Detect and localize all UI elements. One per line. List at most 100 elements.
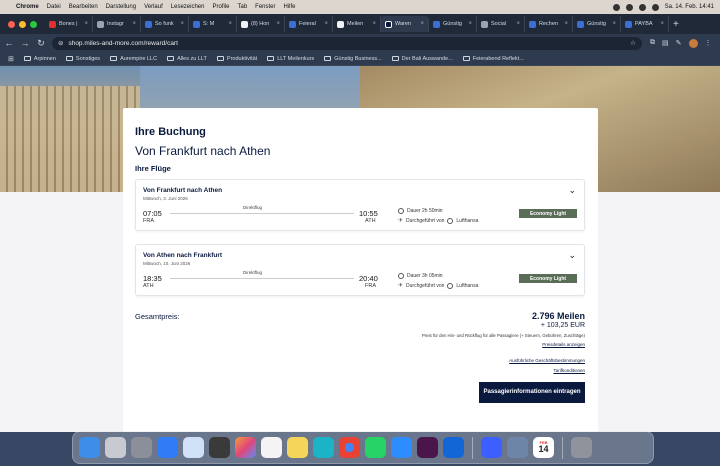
browser-tab[interactable]: Instagr × [93,16,141,32]
sidebar-icon[interactable]: ▤ [662,39,669,47]
forward-arrow-icon[interactable]: → [18,38,32,48]
tab-label: Social [491,21,506,27]
toolbar-extension-icon[interactable]: ✎ [676,39,682,47]
browser-tab-active[interactable]: Waren × [381,16,429,32]
control-center-icon[interactable] [651,3,659,11]
close-tab-icon[interactable]: × [372,21,376,27]
flight-duration: Dauer 3h 05min [398,273,443,279]
preview-icon[interactable] [183,437,204,458]
close-tab-icon[interactable]: × [180,21,184,27]
wifi-icon[interactable] [638,3,646,11]
apps-grid-icon[interactable]: ⊞ [8,55,14,63]
menu-app-name[interactable]: Chrome [16,4,39,10]
chevron-down-icon[interactable]: ⌄ [568,250,576,261]
whatsapp-icon[interactable] [365,437,386,458]
zoom-window-button[interactable] [30,20,37,28]
nordvpn-icon[interactable] [481,437,502,458]
bookmark-folder[interactable]: Produktivität [216,56,257,62]
close-tab-icon[interactable]: × [516,21,520,27]
plane-icon: ✈ [398,283,404,289]
preview-window-icon[interactable] [507,437,528,458]
back-arrow-icon[interactable]: ← [2,38,16,48]
terms-link[interactable]: Ausführliche Geschäftsbestimmungen [509,358,585,363]
flight-card-outbound[interactable]: Von Frankfurt nach Athen Mittwoch, 3. Ju… [135,179,585,231]
browser-tab[interactable]: Social × [477,16,525,32]
chrome-menu-icon[interactable]: ⋮ [705,39,712,47]
bookmark-folder[interactable]: Sonstiges [65,56,100,62]
minimize-window-button[interactable] [19,20,26,28]
bookmark-folder[interactable]: Aurempire LLC [110,56,157,62]
bookmark-star-icon[interactable]: ☆ [630,39,636,47]
browser-tab[interactable]: Günstig × [573,16,621,32]
menu-item-lesezeichen[interactable]: Lesezeichen [171,4,205,10]
browser-tab[interactable]: Rechen × [525,16,573,32]
browser-tab[interactable]: Günstig × [429,16,477,32]
calculator-icon[interactable] [209,437,230,458]
browser-tab[interactable]: So funk × [141,16,189,32]
url-text[interactable]: shop.miles-and-more.com/reward/cart [68,40,177,47]
menu-item-fenster[interactable]: Fenster [255,4,275,10]
bookmark-folder[interactable]: Günstig Business... [324,56,382,62]
duration-text: Dauer 2h 50min [407,208,443,214]
browser-tab[interactable]: S: M × [189,16,237,32]
zoom-icon[interactable] [391,437,412,458]
close-tab-icon[interactable]: × [420,21,424,27]
bookmark-folder[interactable]: Feierabend Reflekt... [462,56,524,62]
menu-item-verlauf[interactable]: Verlauf [144,4,163,10]
close-tab-icon[interactable]: × [276,21,280,27]
booking-card: Ihre Buchung Von Frankfurt nach Athen Ih… [123,108,598,432]
launchpad-icon[interactable] [105,437,126,458]
chrome-icon[interactable] [339,437,360,458]
price-details-link[interactable]: Preisdetails anzeigen [542,342,585,347]
slack-icon[interactable] [417,437,438,458]
menu-item-hilfe[interactable]: Hilfe [284,4,296,10]
status-icon[interactable] [612,3,620,11]
menu-item-profile[interactable]: Profile [212,4,229,10]
tab-favicon-icon [433,20,440,28]
flight-card-return[interactable]: Von Athen nach Frankfurt Mittwoch, 10. J… [135,244,585,296]
close-tab-icon[interactable]: × [324,21,328,27]
trash-icon[interactable] [571,437,592,458]
canva-icon[interactable] [313,437,334,458]
browser-tab[interactable]: Meilen × [333,16,381,32]
new-tab-button[interactable]: + [673,19,679,30]
extensions-icon[interactable]: ⧉ [650,39,655,47]
finder-icon[interactable] [79,437,100,458]
close-window-button[interactable] [8,20,15,28]
bookmark-folder[interactable]: LLT Meilenkurs [267,56,314,62]
menu-item-darstellung[interactable]: Darstellung [106,4,136,10]
reload-icon[interactable]: ↻ [34,38,48,49]
close-tab-icon[interactable]: × [84,21,88,27]
browser-tab[interactable]: Feieral × [285,16,333,32]
notes-icon[interactable] [287,437,308,458]
reminders-icon[interactable] [261,437,282,458]
close-tab-icon[interactable]: × [564,21,568,27]
close-tab-icon[interactable]: × [468,21,472,27]
menu-item-datei[interactable]: Datei [47,4,61,10]
status-icon[interactable] [625,3,633,11]
browser-tab[interactable]: Bones | × [45,16,93,32]
site-info-icon[interactable]: ⊜ [58,39,63,47]
profile-avatar[interactable] [688,38,698,48]
address-bar[interactable]: ⊜ shop.miles-and-more.com/reward/cart ☆ [52,36,642,50]
bookmark-folder[interactable]: Der Bali Auswande... [391,56,453,62]
close-tab-icon[interactable]: × [228,21,232,27]
menu-item-tab[interactable]: Tab [237,4,247,10]
close-tab-icon[interactable]: × [132,21,136,27]
passenger-info-button[interactable]: Passagierinformationen eintragen [479,382,585,403]
trello-icon[interactable] [443,437,464,458]
close-tab-icon[interactable]: × [612,21,616,27]
system-settings-icon[interactable] [131,437,152,458]
tariff-link[interactable]: Tarifkonditionen [553,368,585,373]
menubar-clock[interactable]: Sa. 14. Feb. 14:41 [665,4,714,10]
app-store-icon[interactable] [157,437,178,458]
chevron-down-icon[interactable]: ⌄ [568,185,576,196]
menu-item-bearbeiten[interactable]: Bearbeiten [69,4,98,10]
calendar-icon[interactable]: FEB 14 [533,437,554,458]
browser-tab[interactable]: PAYBA × [621,16,669,32]
photos-icon[interactable] [235,437,256,458]
bookmark-folder[interactable]: Arpinnen [23,56,56,62]
browser-tab[interactable]: (8) Hon × [237,16,285,32]
close-tab-icon[interactable]: × [660,21,664,27]
bookmark-folder[interactable]: Alles zu LLT [167,56,207,62]
